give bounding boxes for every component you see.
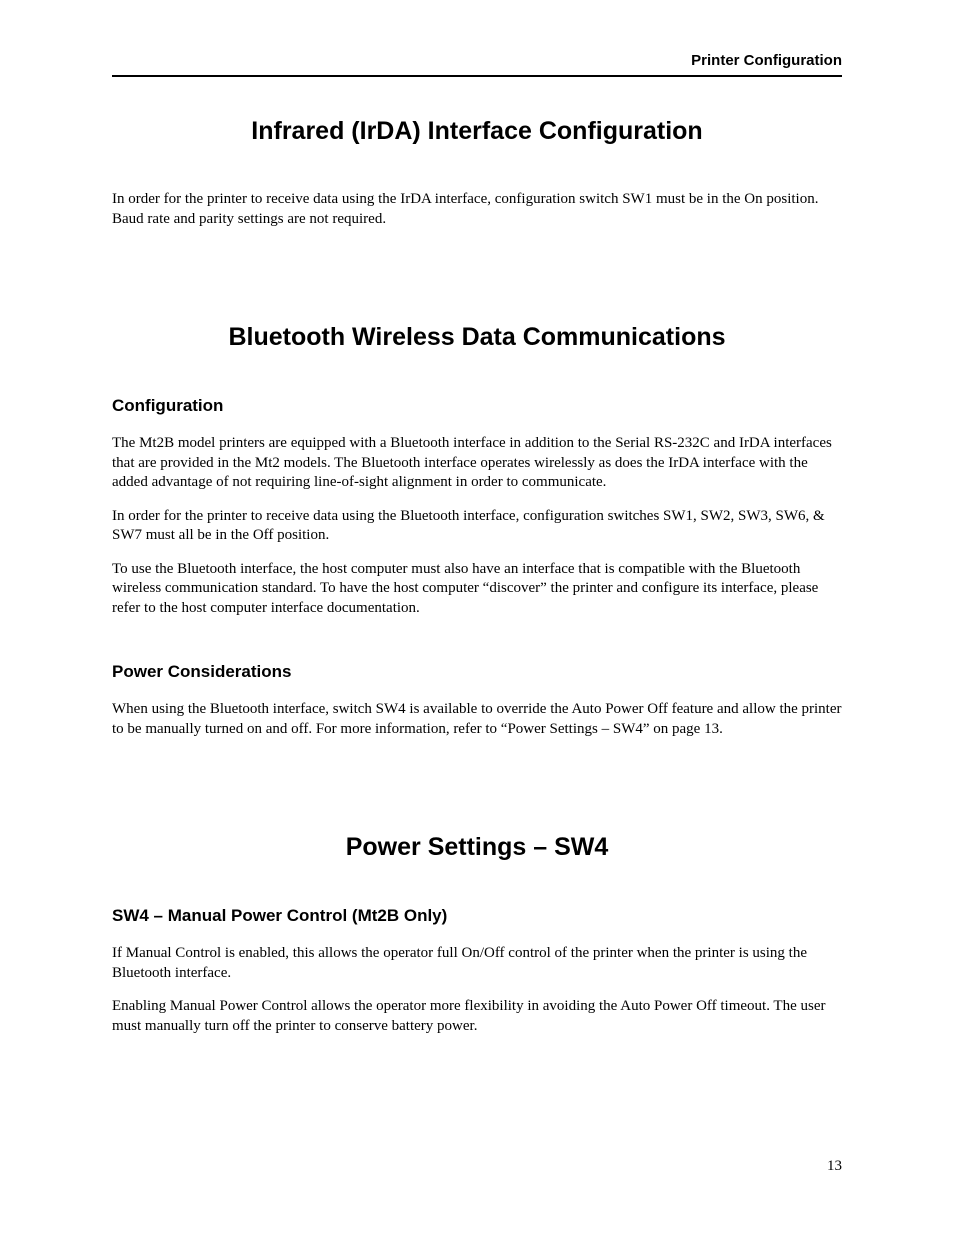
body-text: The Mt2B model printers are equipped wit… [112, 434, 842, 493]
section-title-power-settings: Power Settings – SW4 [112, 833, 842, 862]
page-number: 13 [827, 1158, 842, 1175]
subheading-sw4-manual: SW4 – Manual Power Control (Mt2B Only) [112, 906, 842, 926]
document-page: Printer Configuration Infrared (IrDA) In… [0, 0, 954, 1235]
running-header: Printer Configuration [112, 52, 842, 77]
body-text: In order for the printer to receive data… [112, 190, 842, 229]
body-text: Enabling Manual Power Control allows the… [112, 997, 842, 1036]
subheading-configuration: Configuration [112, 396, 842, 416]
spacer [112, 753, 842, 833]
body-text: In order for the printer to receive data… [112, 507, 842, 546]
spacer [112, 632, 842, 662]
spacer [112, 243, 842, 323]
body-text: To use the Bluetooth interface, the host… [112, 560, 842, 619]
subheading-power-considerations: Power Considerations [112, 662, 842, 682]
body-text: When using the Bluetooth interface, swit… [112, 700, 842, 739]
section-title-irda: Infrared (IrDA) Interface Configuration [112, 117, 842, 146]
body-text: If Manual Control is enabled, this allow… [112, 944, 842, 983]
section-title-bluetooth: Bluetooth Wireless Data Communications [112, 323, 842, 352]
